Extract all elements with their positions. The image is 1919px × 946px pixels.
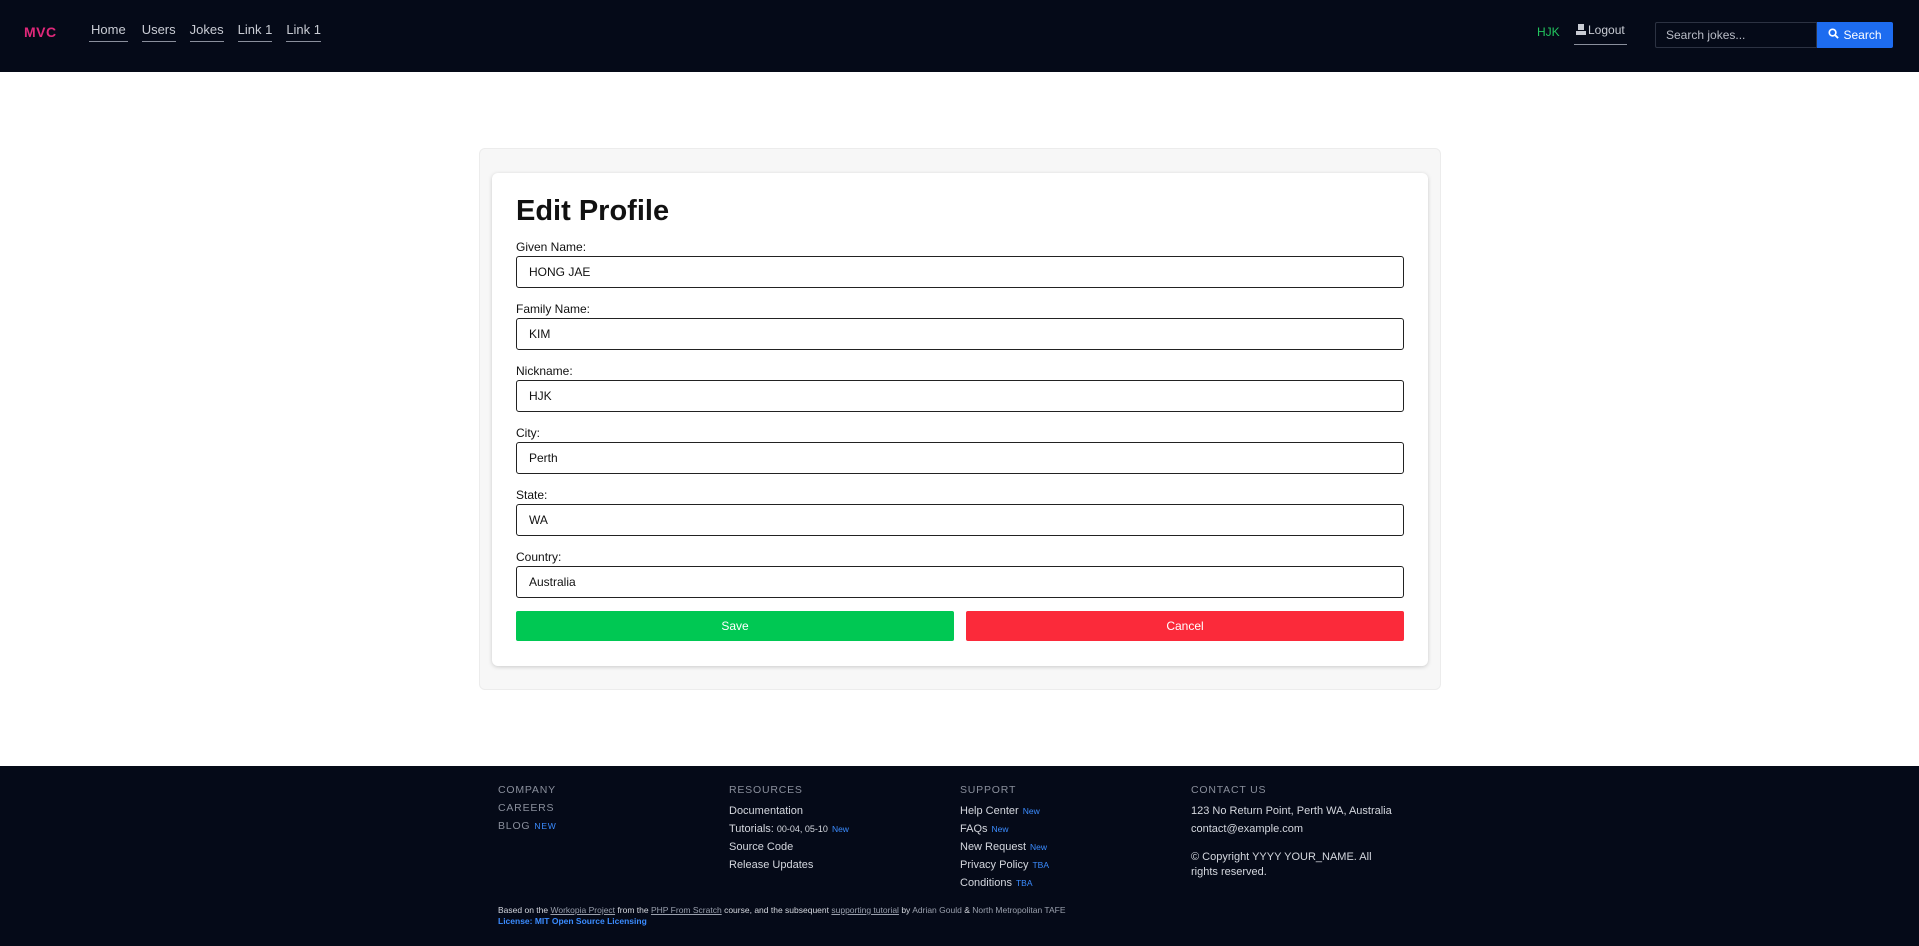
help-center-badge: New [1022,806,1040,816]
privacy-policy-badge: TBA [1032,860,1049,870]
top-navbar: MVC Home Users Jokes Link 1 Link 1 HJK L… [0,0,1919,72]
copyright-text: © Copyright YYYY YOUR_NAME. All rights r… [1191,851,1372,878]
credits-course-and: course, and the subsequent [724,905,829,915]
faqs-badge: New [991,824,1009,834]
given-name-input[interactable] [516,256,1404,288]
source-code-link[interactable]: Source Code [729,838,849,856]
conditions-link[interactable]: Conditions TBA [960,874,1049,892]
new-request-link[interactable]: New Request New [960,838,1049,856]
footer-resources-column: RESOURCES Documentation Tutorials: 00-04… [729,784,849,874]
credits-institution: North Metropolitan TAFE [972,905,1066,915]
faqs-label: FAQs [960,823,988,835]
state-input[interactable] [516,504,1404,536]
brand-logo[interactable]: MVC [24,24,57,40]
credits-from-the: from the [617,905,649,915]
city-label: City: [516,426,540,440]
search-input[interactable] [1655,22,1817,48]
conditions-badge: TBA [1015,878,1033,888]
country-input[interactable] [516,566,1404,598]
credits-based-on: Based on the [498,905,549,915]
nav-link-1-second[interactable]: Link 1 [286,22,322,42]
footer-blog-link[interactable]: BLOG NEW [498,820,557,832]
credits-author: Adrian Gould [912,905,962,915]
tutorials-new-badge: New [831,824,849,834]
footer-company-link[interactable]: COMPANY [498,784,557,796]
tutorials-link[interactable]: Tutorials: 00-04, 05-10 New [729,820,849,838]
state-label: State: [516,488,548,502]
help-center-label: Help Center [960,805,1019,817]
family-name-input[interactable] [516,318,1404,350]
city-input[interactable] [516,442,1404,474]
blog-new-badge: NEW [534,821,557,831]
nickname-input[interactable] [516,380,1404,412]
main-nav: Home Users Jokes Link 1 Link 1 [89,22,335,42]
release-updates-link[interactable]: Release Updates [729,856,849,874]
cancel-button[interactable]: Cancel [966,611,1404,641]
footer-careers-link[interactable]: CAREERS [498,802,557,814]
nickname-label: Nickname: [516,364,573,378]
footer-credits: Based on the Workopia Project from the P… [498,905,1066,927]
nav-home[interactable]: Home [89,22,128,42]
credits-line: Based on the Workopia Project from the P… [498,905,1066,916]
edit-profile-card: Edit Profile Given Name: Family Name: Ni… [492,173,1428,666]
help-center-link[interactable]: Help Center New [960,802,1049,820]
search-icon [1828,28,1840,42]
contact-heading: CONTACT US [1191,784,1267,796]
search-button[interactable]: Search [1817,22,1893,48]
workopia-link[interactable]: Workopia Project [550,905,615,915]
user-icon [1576,24,1586,38]
save-button[interactable]: Save [516,611,954,641]
current-user-nickname: HJK [1537,25,1560,39]
page-title: Edit Profile [516,195,670,227]
site-footer: COMPANY CAREERS BLOG NEW RESOURCES Docume… [0,766,1919,946]
given-name-label: Given Name: [516,240,587,254]
supporting-tutorial-link[interactable]: supporting tutorial [831,905,899,915]
nav-users[interactable]: Users [141,22,176,42]
support-heading: SUPPORT [960,784,1017,796]
footer-support-column: SUPPORT Help Center New FAQs New New Reque… [960,784,1049,892]
documentation-link[interactable]: Documentation [729,802,849,820]
contact-address: 123 No Return Point, Perth WA, Australia [1191,805,1392,817]
blog-label: BLOG [498,820,531,832]
footer-contact-column: CONTACT US 123 No Return Point, Perth WA… [1191,784,1401,880]
search-button-label: Search [1843,28,1882,42]
license-link[interactable]: License: MIT Open Source Licensing [498,916,1066,927]
contact-email[interactable]: contact@example.com [1191,820,1401,838]
nav-link-1[interactable]: Link 1 [237,22,273,42]
new-request-badge: New [1030,842,1048,852]
nav-jokes[interactable]: Jokes [189,22,224,42]
tutorials-range: 00-04, 05-10 [776,824,828,834]
faqs-link[interactable]: FAQs New [960,820,1049,838]
resources-heading: RESOURCES [729,784,803,796]
footer-company-column: COMPANY CAREERS BLOG NEW [498,784,557,838]
credits-by: by [901,905,911,915]
country-label: Country: [516,550,562,564]
logout-label: Logout [1588,23,1625,37]
family-name-label: Family Name: [516,302,591,316]
privacy-policy-link[interactable]: Privacy Policy TBA [960,856,1049,874]
logout-button[interactable]: Logout [1574,23,1627,45]
php-course-link[interactable]: PHP From Scratch [651,905,722,915]
conditions-label: Conditions [960,877,1012,889]
tutorials-label: Tutorials: [729,823,774,835]
credits-amp: & [964,905,970,915]
new-request-label: New Request [960,841,1027,853]
privacy-policy-label: Privacy Policy [960,859,1029,871]
